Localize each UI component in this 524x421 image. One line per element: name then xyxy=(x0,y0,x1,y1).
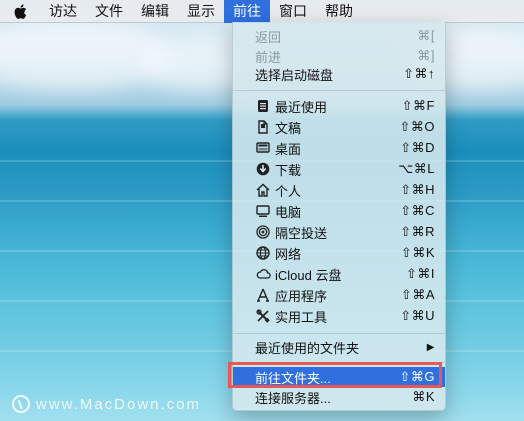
menu-item-icloud-drive[interactable]: iCloud 云盘 ⇧⌘I xyxy=(233,264,445,284)
menu-item-label: 前进 xyxy=(255,49,282,65)
menu-item-shortcut: ⌘K xyxy=(412,389,435,404)
menu-item-label: 返回 xyxy=(255,29,282,45)
menu-item-desktop[interactable]: 桌面 ⇧⌘D xyxy=(233,138,445,158)
menu-item-shortcut: ⇧⌘U xyxy=(400,308,435,323)
recents-icon xyxy=(255,98,271,114)
menu-item-back[interactable]: 返回 ⌘[ xyxy=(233,26,445,46)
apple-menu[interactable] xyxy=(0,0,40,23)
menu-item-utilities[interactable]: 实用工具 ⇧⌘U xyxy=(233,306,445,326)
menu-item-shortcut: ⇧⌘H xyxy=(400,182,435,197)
menu-item-home[interactable]: 个人 ⇧⌘H xyxy=(233,180,445,200)
menu-item-label: 实用工具 xyxy=(275,309,328,325)
go-menu-dropdown: 返回 ⌘[ 前进 ⌘] 选择启动磁盘 ⇧⌘↑ 最近使用 ⇧⌘F 文稿 ⇧⌘O 桌… xyxy=(232,22,446,411)
menu-item-connect-server[interactable]: 连接服务器... ⌘K xyxy=(233,387,445,407)
watermark: www.MacDown.com xyxy=(12,393,201,415)
menu-item-label: 连接服务器... xyxy=(255,390,331,406)
menu-separator xyxy=(233,362,445,363)
menu-item-documents[interactable]: 文稿 ⇧⌘O xyxy=(233,117,445,137)
menu-item-shortcut: ⇧⌘I xyxy=(405,266,435,281)
desktop-icon xyxy=(255,140,271,156)
menu-item-shortcut: ⇧⌘R xyxy=(400,224,435,239)
network-icon xyxy=(255,245,271,261)
menubar-item-view[interactable]: 显示 xyxy=(178,0,224,23)
menubar-item-window[interactable]: 窗口 xyxy=(270,0,316,23)
menubar-item-go[interactable]: 前往 xyxy=(224,0,270,23)
menu-item-shortcut: ⇧⌘A xyxy=(400,287,435,302)
menu-item-shortcut: ⇧⌘D xyxy=(400,140,435,155)
menu-separator xyxy=(233,333,445,334)
menu-item-label: 最近使用 xyxy=(275,99,328,115)
menu-item-shortcut: ⇧⌘K xyxy=(400,245,435,260)
menu-item-recent-folders[interactable]: 最近使用的文件夹 ▶ xyxy=(233,337,445,357)
submenu-arrow-icon: ▶ xyxy=(426,341,435,353)
menu-item-label: 桌面 xyxy=(275,141,302,157)
menu-item-label: 网络 xyxy=(275,246,302,262)
menu-item-airdrop[interactable]: 隔空投送 ⇧⌘R xyxy=(233,222,445,242)
menu-item-label: 个人 xyxy=(275,183,302,199)
menu-item-label: 最近使用的文件夹 xyxy=(255,340,360,356)
menu-item-go-to-folder[interactable]: 前往文件夹... ⇧⌘G xyxy=(233,367,445,387)
menu-item-shortcut: ⌥⌘L xyxy=(398,161,435,176)
applications-icon xyxy=(255,287,271,303)
menu-item-applications[interactable]: 应用程序 ⇧⌘A xyxy=(233,285,445,305)
menu-bar: 访达 文件 编辑 显示 前往 窗口 帮助 xyxy=(0,0,524,23)
menu-item-computer[interactable]: 电脑 ⇧⌘C xyxy=(233,201,445,221)
utilities-icon xyxy=(255,308,271,324)
menu-item-label: 前往文件夹... xyxy=(255,370,331,386)
menu-item-forward[interactable]: 前进 ⌘] xyxy=(233,46,445,66)
menu-item-label: 电脑 xyxy=(275,204,302,220)
airdrop-icon xyxy=(255,224,271,240)
documents-icon xyxy=(255,119,271,135)
menu-item-shortcut: ⇧⌘↑ xyxy=(403,66,435,81)
menu-item-shortcut: ⇧⌘F xyxy=(401,98,435,113)
menu-item-label: 文稿 xyxy=(275,120,302,136)
menu-item-label: 应用程序 xyxy=(275,288,328,304)
menu-item-recents[interactable]: 最近使用 ⇧⌘F xyxy=(233,96,445,116)
menu-item-shortcut: ⇧⌘C xyxy=(400,203,435,218)
menu-item-shortcut: ⇧⌘O xyxy=(399,119,435,134)
menu-item-shortcut: ⇧⌘G xyxy=(399,369,435,384)
menu-item-shortcut: ⌘[ xyxy=(417,28,435,43)
menu-separator xyxy=(233,90,445,91)
watermark-logo-icon xyxy=(12,395,30,413)
menu-item-label: iCloud 云盘 xyxy=(275,267,342,283)
menu-item-label: 选择启动磁盘 xyxy=(255,67,334,83)
home-icon xyxy=(255,182,271,198)
watermark-text: www.MacDown.com xyxy=(36,395,202,413)
menubar-item-file[interactable]: 文件 xyxy=(86,0,132,23)
menu-item-network[interactable]: 网络 ⇧⌘K xyxy=(233,243,445,263)
menu-item-shortcut: ⌘] xyxy=(417,48,435,63)
menu-item-label: 隔空投送 xyxy=(275,225,328,241)
apple-icon xyxy=(14,3,26,19)
menubar-item-edit[interactable]: 编辑 xyxy=(132,0,178,23)
downloads-icon xyxy=(255,161,271,177)
menubar-item-help[interactable]: 帮助 xyxy=(316,0,362,23)
menu-item-label: 下载 xyxy=(275,162,302,178)
computer-icon xyxy=(255,203,271,219)
icloud-icon xyxy=(255,266,271,282)
menu-item-startup-disk[interactable]: 选择启动磁盘 ⇧⌘↑ xyxy=(233,64,445,84)
menubar-item-finder[interactable]: 访达 xyxy=(40,0,86,23)
menu-item-downloads[interactable]: 下载 ⌥⌘L xyxy=(233,159,445,179)
